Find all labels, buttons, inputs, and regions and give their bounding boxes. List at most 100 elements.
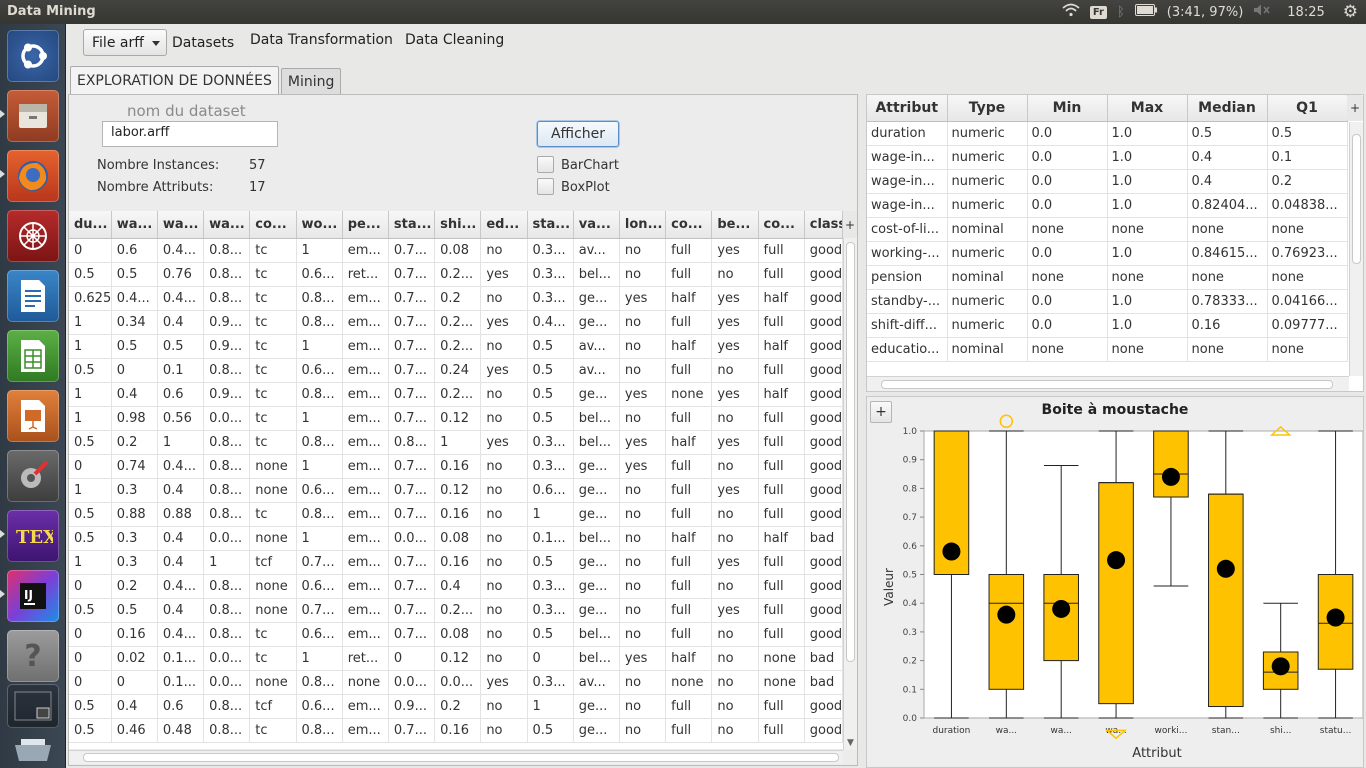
writer-icon[interactable] bbox=[7, 270, 59, 322]
table-cell[interactable]: 0.6... bbox=[296, 358, 343, 383]
workspaces-icon[interactable] bbox=[7, 684, 59, 728]
table-cell[interactable]: bel... bbox=[573, 622, 620, 647]
keyboard-layout-indicator[interactable]: Fr bbox=[1089, 5, 1107, 19]
table-cell[interactable]: 0.7... bbox=[296, 550, 343, 575]
table-cell[interactable]: educatio... bbox=[867, 337, 948, 362]
table-cell[interactable]: ge... bbox=[573, 454, 620, 479]
vertical-scrollbar[interactable] bbox=[1349, 122, 1363, 376]
table-cell[interactable]: 0.12 bbox=[434, 406, 482, 431]
table-cell[interactable]: 0.5 bbox=[157, 334, 205, 359]
table-cell[interactable]: 0.2... bbox=[434, 262, 482, 287]
table-cell[interactable]: none bbox=[758, 670, 805, 695]
table-row[interactable]: 0.5 0.2 1 0.8... tc 0.8... em... 0.8... 1 yes 0.3.… bbox=[69, 430, 843, 455]
table-cell[interactable]: none bbox=[1107, 217, 1188, 242]
table-cell[interactable]: no bbox=[711, 262, 759, 287]
boxplot-checkbox[interactable] bbox=[537, 178, 554, 195]
table-cell[interactable]: 0.5 bbox=[527, 718, 574, 743]
table-row[interactable]: 0.5 0.5 0.4 0.8... none 0.7... em... 0.7... 0.2.… bbox=[69, 598, 843, 623]
table-cell[interactable]: 0.6... bbox=[527, 478, 574, 503]
table-cell[interactable]: full bbox=[758, 694, 805, 719]
table-cell[interactable]: 0.3... bbox=[527, 670, 574, 695]
table-cell[interactable]: none bbox=[665, 670, 713, 695]
table-cell[interactable]: numeric bbox=[947, 241, 1028, 266]
column-control-button[interactable]: + bbox=[843, 211, 857, 238]
table-cell[interactable]: 0.6... bbox=[296, 262, 343, 287]
column-header[interactable]: lon... bbox=[619, 211, 667, 239]
table-cell[interactable]: 1 bbox=[434, 430, 482, 455]
table-cell[interactable]: 0 bbox=[388, 646, 436, 671]
table-cell[interactable]: no bbox=[619, 238, 667, 263]
table-cell[interactable]: 0.16 bbox=[1187, 313, 1268, 338]
table-cell[interactable]: 0.4 bbox=[157, 526, 205, 551]
table-cell[interactable]: 0.4 bbox=[111, 382, 158, 407]
column-header[interactable]: va... bbox=[573, 211, 620, 239]
table-cell[interactable]: 1 bbox=[296, 406, 343, 431]
table-cell[interactable]: 0.0... bbox=[203, 670, 251, 695]
table-cell[interactable]: 0.3 bbox=[111, 550, 158, 575]
table-cell[interactable]: none bbox=[249, 574, 297, 599]
table-cell[interactable]: 0.98 bbox=[111, 406, 158, 431]
table-cell[interactable]: no bbox=[480, 694, 528, 719]
table-cell[interactable]: 0 bbox=[69, 646, 112, 671]
table-cell[interactable]: 0.5 bbox=[69, 718, 112, 743]
table-cell[interactable]: ge... bbox=[573, 574, 620, 599]
table-cell[interactable]: 0.0... bbox=[434, 670, 482, 695]
table-cell[interactable]: 0.8... bbox=[203, 430, 251, 455]
table-cell[interactable]: 0.7... bbox=[388, 310, 436, 335]
table-cell[interactable]: no bbox=[711, 622, 759, 647]
table-cell[interactable]: 0.7... bbox=[388, 622, 436, 647]
table-cell[interactable]: none bbox=[249, 670, 297, 695]
dataset-name-input[interactable]: labor.arff bbox=[102, 121, 278, 147]
table-cell[interactable]: 0.8... bbox=[296, 430, 343, 455]
calc-icon[interactable] bbox=[7, 330, 59, 382]
table-cell[interactable]: 0.5 bbox=[527, 334, 574, 359]
table-cell[interactable]: no bbox=[619, 574, 667, 599]
table-cell[interactable]: good bbox=[804, 262, 843, 287]
table-cell[interactable]: good bbox=[804, 382, 843, 407]
table-cell[interactable]: 0.2... bbox=[434, 598, 482, 623]
tab-mining[interactable]: Mining bbox=[280, 68, 342, 94]
table-cell[interactable]: em... bbox=[342, 526, 389, 551]
table-cell[interactable]: em... bbox=[342, 694, 389, 719]
table-cell[interactable]: no bbox=[480, 574, 528, 599]
table-cell[interactable]: full bbox=[758, 718, 805, 743]
table-cell[interactable]: 0.7... bbox=[388, 406, 436, 431]
table-cell[interactable]: bel... bbox=[573, 262, 620, 287]
table-cell[interactable]: yes bbox=[711, 598, 759, 623]
table-cell[interactable]: no bbox=[619, 622, 667, 647]
table-cell[interactable]: 0.7... bbox=[388, 550, 436, 575]
barchart-checkbox[interactable] bbox=[537, 156, 554, 173]
table-cell[interactable]: good bbox=[804, 718, 843, 743]
table-cell[interactable]: 0.4... bbox=[157, 286, 205, 311]
table-cell[interactable]: 0.04166... bbox=[1267, 289, 1348, 314]
table-cell[interactable]: 1.0 bbox=[1107, 193, 1188, 218]
table-cell[interactable]: none bbox=[249, 454, 297, 479]
table-cell[interactable]: 0.5 bbox=[69, 262, 112, 287]
column-header[interactable]: Min bbox=[1027, 95, 1108, 122]
table-cell[interactable]: 0.4... bbox=[157, 238, 205, 263]
table-cell[interactable]: no bbox=[480, 622, 528, 647]
table-cell[interactable]: no bbox=[480, 478, 528, 503]
table-cell[interactable]: 0.9... bbox=[203, 334, 251, 359]
table-cell[interactable]: av... bbox=[573, 238, 620, 263]
table-cell[interactable]: 0.3... bbox=[527, 454, 574, 479]
table-cell[interactable]: none bbox=[1107, 265, 1188, 290]
column-header[interactable]: pe... bbox=[342, 211, 389, 239]
scrollbar-thumb[interactable] bbox=[881, 380, 1333, 389]
table-cell[interactable]: no bbox=[619, 526, 667, 551]
table-cell[interactable]: 0.0... bbox=[203, 526, 251, 551]
table-cell[interactable]: no bbox=[480, 718, 528, 743]
table-cell[interactable]: full bbox=[665, 502, 713, 527]
table-cell[interactable]: 0.4... bbox=[157, 574, 205, 599]
table-cell[interactable]: 0.0 bbox=[1027, 193, 1108, 218]
table-cell[interactable]: none bbox=[1187, 337, 1268, 362]
table-cell[interactable]: 0.3... bbox=[527, 430, 574, 455]
table-cell[interactable]: none bbox=[1267, 217, 1348, 242]
column-header[interactable]: co... bbox=[665, 211, 713, 239]
table-cell[interactable]: 0.1 bbox=[1267, 145, 1348, 170]
table-row[interactable]: 1 0.5 0.5 0.9... tc 1 em... 0.7... 0.2... no 0.5 av… bbox=[69, 334, 843, 359]
table-cell[interactable]: 0.5 bbox=[69, 694, 112, 719]
table-cell[interactable]: half bbox=[665, 430, 713, 455]
table-cell[interactable]: 0.3... bbox=[527, 238, 574, 263]
table-cell[interactable]: 0.8... bbox=[203, 622, 251, 647]
